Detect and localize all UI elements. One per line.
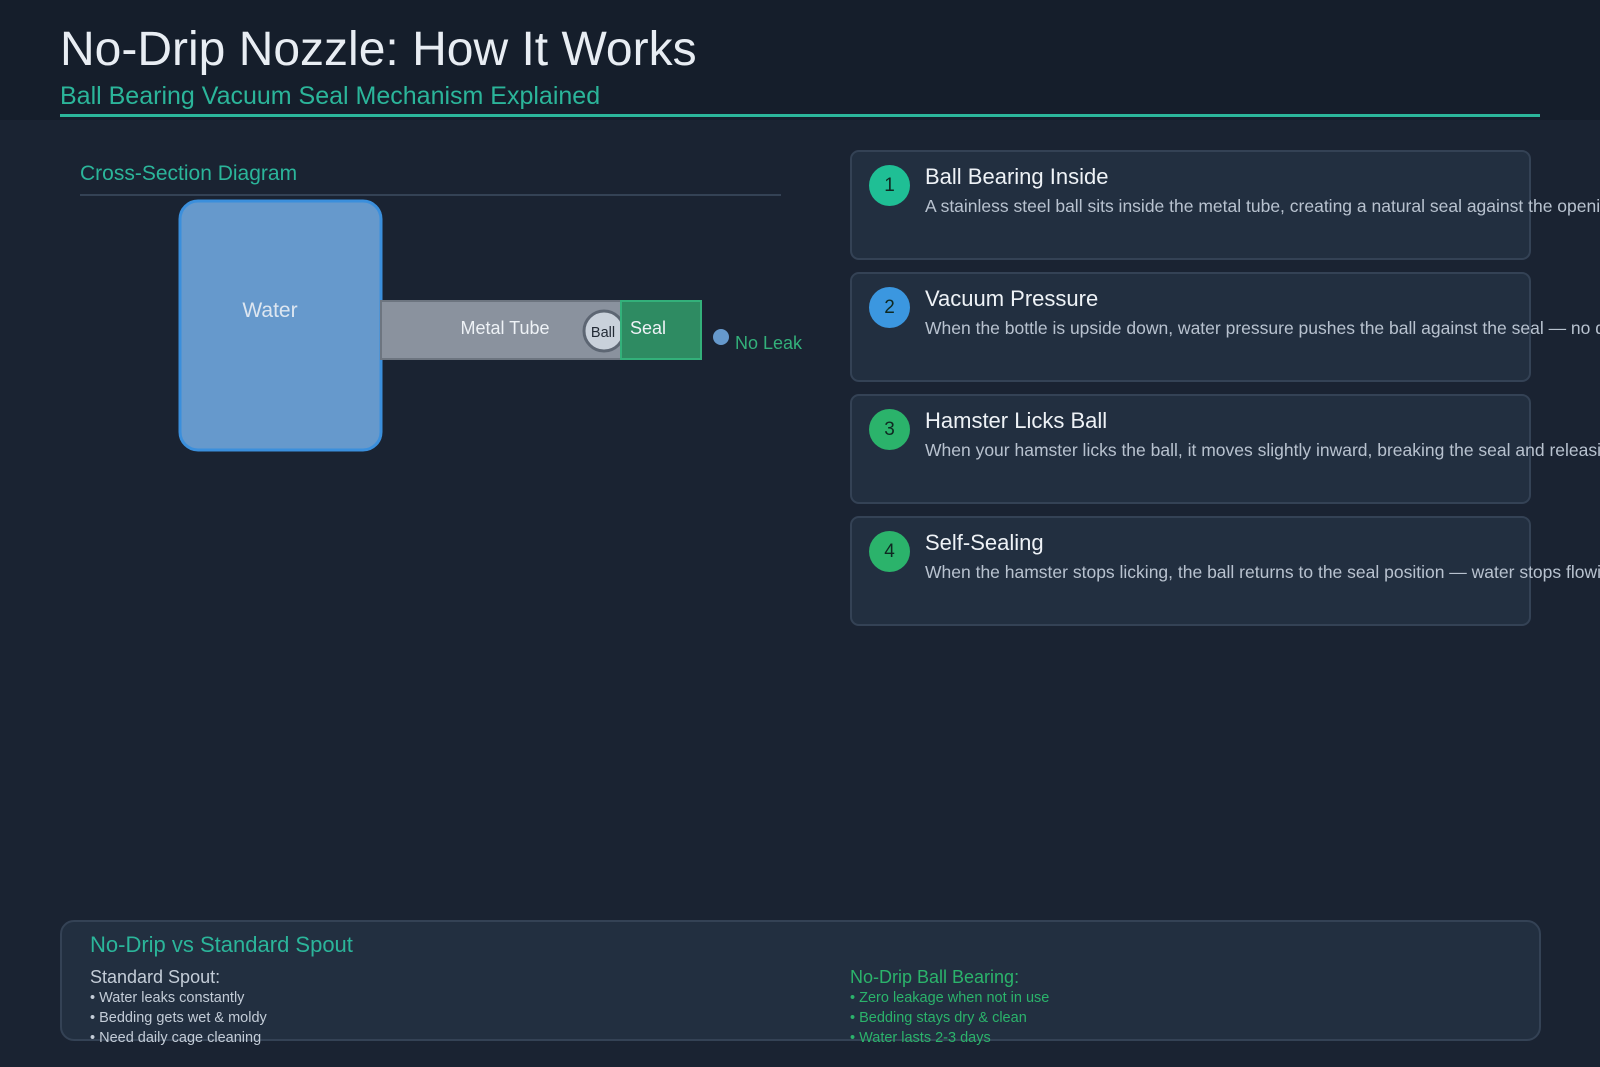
ball-label: Ball (591, 325, 615, 341)
standard-spout-item: • Need daily cage cleaning (90, 1030, 262, 1046)
step-number-badge: 2 (869, 287, 910, 328)
step-description: When the hamster stops licking, the ball… (925, 562, 1600, 582)
step-description: When your hamster licks the ball, it mov… (925, 440, 1600, 460)
step-number-badge: 1 (869, 165, 910, 206)
step-title: Self-Sealing (925, 530, 1044, 555)
step-number-badge: 4 (869, 531, 910, 572)
seal-label: Seal (630, 318, 666, 338)
standard-spout-item: • Bedding gets wet & moldy (90, 1010, 267, 1026)
comparison-title: No-Drip vs Standard Spout (90, 932, 353, 957)
no-leak-dot (713, 329, 729, 345)
step-content-2: 2 Vacuum Pressure When the bottle is ups… (850, 272, 1600, 382)
step-content-4: 4 Self-Sealing When the hamster stops li… (850, 516, 1600, 626)
water-label: Water (242, 299, 297, 322)
step-description: A stainless steel ball sits inside the m… (925, 196, 1600, 216)
step-description: When the bottle is upside down, water pr… (925, 318, 1600, 338)
step-number-badge: 3 (869, 409, 910, 450)
metal-tube-label: Metal Tube (460, 318, 549, 338)
step-title: Vacuum Pressure (925, 286, 1099, 311)
step-content-1: 1 Ball Bearing Inside A stainless steel … (850, 150, 1600, 260)
step-title: Ball Bearing Inside (925, 164, 1109, 189)
step-content-3: 3 Hamster Licks Ball When your hamster l… (850, 394, 1600, 504)
no-leak-label: No Leak (735, 333, 803, 353)
standard-spout-item: • Water leaks constantly (90, 990, 245, 1006)
step-title: Hamster Licks Ball (925, 408, 1108, 433)
cross-section-diagram: Water Metal Tube Ball Seal No Leak (178, 199, 803, 452)
no-drip-item: • Bedding stays dry & clean (850, 1010, 1027, 1026)
standard-spout-heading: Standard Spout: (90, 967, 221, 987)
no-drip-item: • Water lasts 2-3 days (850, 1030, 991, 1046)
no-drip-item: • Zero leakage when not in use (850, 990, 1050, 1006)
no-drip-heading: No-Drip Ball Bearing: (850, 967, 1020, 987)
water-reservoir (178, 199, 383, 452)
